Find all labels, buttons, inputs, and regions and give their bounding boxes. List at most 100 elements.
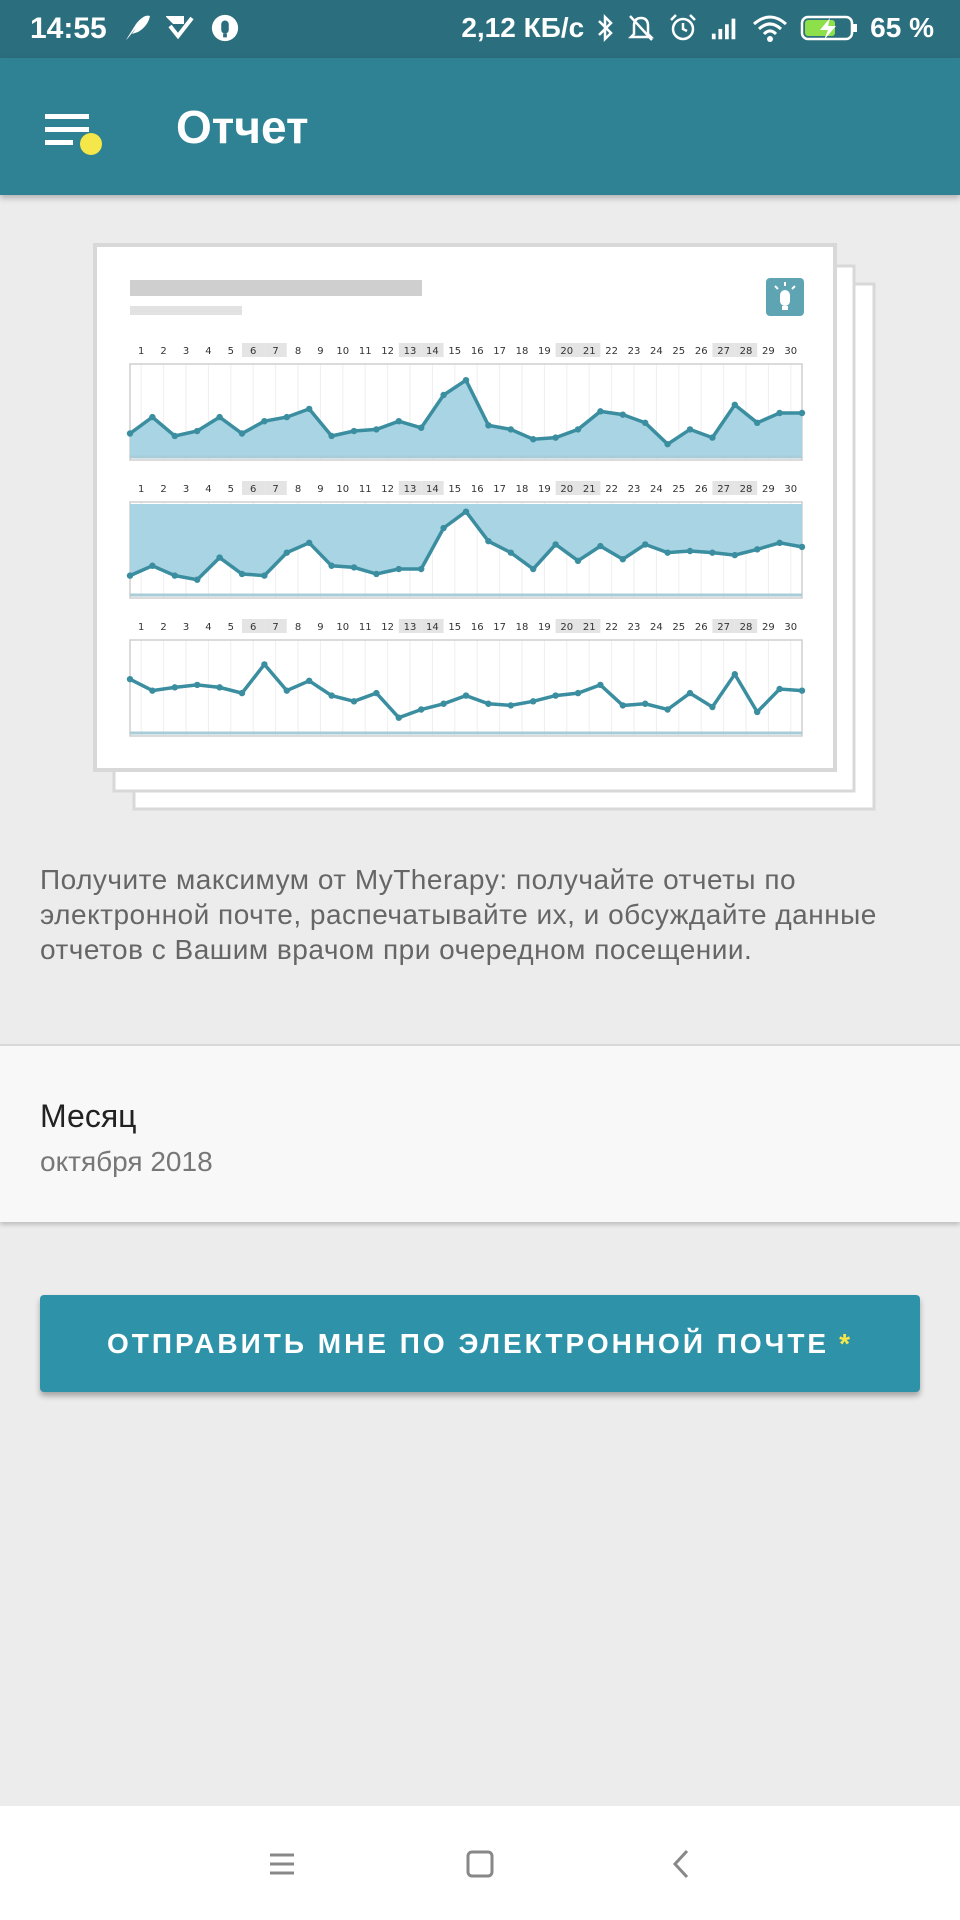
trend-point — [126, 430, 134, 437]
day-label: 15 — [448, 346, 461, 357]
day-label: 10 — [336, 622, 349, 633]
trend-point — [731, 401, 738, 408]
day-label: 9 — [317, 622, 323, 633]
trend-point — [238, 570, 246, 578]
trend-point — [709, 549, 716, 556]
day-label: 1 — [138, 346, 144, 357]
menu-notification-icon[interactable] — [40, 106, 110, 166]
day-label: 5 — [228, 622, 234, 633]
trend-point — [283, 413, 290, 421]
trend-point — [619, 702, 626, 709]
battery-charging-icon — [800, 12, 858, 44]
day-label: 26 — [695, 622, 708, 633]
day-label: 2 — [160, 346, 166, 357]
description-text: Получите максимум от MyTherapy: получайт… — [40, 864, 877, 965]
trend-point — [731, 671, 738, 678]
trend-point — [328, 432, 335, 440]
day-label: 17 — [493, 346, 506, 357]
day-label: 12 — [381, 346, 394, 357]
day-label: 26 — [695, 346, 708, 357]
trend-point — [328, 692, 335, 699]
day-label: 4 — [205, 622, 211, 633]
trend-point — [776, 685, 783, 693]
day-label: 9 — [317, 346, 323, 357]
trend-point — [776, 409, 783, 417]
home-icon[interactable] — [458, 1842, 502, 1886]
day-label: 20 — [560, 484, 573, 495]
trend-point — [686, 426, 694, 433]
day-label: 19 — [538, 346, 551, 357]
trend-point — [462, 377, 470, 384]
day-label: 6 — [250, 346, 256, 357]
trend-point — [574, 557, 582, 565]
feather-icon — [122, 12, 152, 44]
report-preview-illustration: 1 2 3 4 5 6 7 8 9 10 11 12 13 14 15 16 17 18 19 20 21 22 23 24 2… — [93, 243, 876, 811]
day-label: 27 — [717, 484, 730, 495]
day-label: 28 — [740, 484, 753, 495]
day-label: 25 — [672, 622, 685, 633]
trend-point — [261, 418, 268, 425]
day-label: 11 — [359, 484, 372, 495]
day-label: 29 — [762, 346, 775, 357]
day-label: 1 — [138, 484, 144, 495]
silent-icon — [626, 12, 656, 44]
notification-icons — [122, 12, 240, 44]
trend-point — [440, 700, 447, 707]
trend-point — [731, 551, 738, 559]
app-icon — [210, 12, 240, 44]
day-label: 23 — [628, 484, 641, 495]
trend-point — [709, 703, 716, 711]
trend-point — [126, 675, 134, 683]
day-label: 5 — [228, 346, 234, 357]
trend-point — [776, 539, 783, 546]
menu-icon[interactable] — [260, 1842, 304, 1886]
trend-point — [754, 419, 761, 427]
page-title: Отчет — [176, 101, 309, 153]
trend-point — [574, 689, 582, 697]
trend-point — [619, 411, 626, 418]
trend-point — [238, 689, 246, 697]
trend-point — [530, 436, 537, 443]
trend-point — [261, 661, 268, 668]
day-label: 15 — [448, 484, 461, 495]
report-preview: 1 2 3 4 5 6 7 8 9 10 11 12 13 14 15 16 17 18 19 20 21 22 23 24 2… — [92, 242, 892, 817]
trend-point — [485, 700, 492, 707]
day-label: 30 — [784, 484, 797, 495]
trend-point — [395, 565, 402, 573]
status-bar: 14:55 2,12 КБ/с 65 % — [0, 0, 960, 58]
month-selector[interactable]: Месяц октября 2018 — [0, 1044, 960, 1222]
trend-point — [216, 413, 223, 421]
trend-point — [686, 547, 694, 555]
day-label: 10 — [336, 346, 349, 357]
day-label: 26 — [695, 484, 708, 495]
month-value: октября 2018 — [40, 1146, 213, 1177]
day-label: 18 — [516, 484, 529, 495]
trend-point — [462, 508, 470, 515]
trend-point — [754, 546, 761, 553]
day-label: 3 — [183, 622, 189, 633]
day-label: 8 — [295, 346, 301, 357]
day-label: 8 — [295, 622, 301, 633]
day-label: 2 — [160, 622, 166, 633]
trend-point — [798, 409, 806, 417]
day-label: 9 — [317, 484, 323, 495]
trend-point — [798, 543, 806, 551]
day-label: 18 — [516, 346, 529, 357]
trend-point — [507, 702, 514, 709]
trend-point — [642, 419, 649, 427]
trend-point — [216, 554, 223, 561]
trend-point — [149, 413, 156, 421]
day-label: 14 — [426, 484, 439, 495]
back-icon[interactable] — [660, 1842, 704, 1886]
wifi-icon — [752, 12, 788, 44]
send-email-button[interactable]: ОТПРАВИТЬ МНЕ ПО ЭЛЕКТРОННОЙ ПОЧТЕ * — [40, 1295, 920, 1392]
trend-point — [418, 565, 425, 573]
day-label: 13 — [404, 484, 417, 495]
day-label: 15 — [448, 622, 461, 633]
day-label: 5 — [228, 484, 234, 495]
trend-point — [171, 432, 178, 440]
trend-point — [418, 424, 425, 431]
day-label: 17 — [493, 484, 506, 495]
day-label: 24 — [650, 346, 663, 357]
day-label: 11 — [359, 622, 372, 633]
